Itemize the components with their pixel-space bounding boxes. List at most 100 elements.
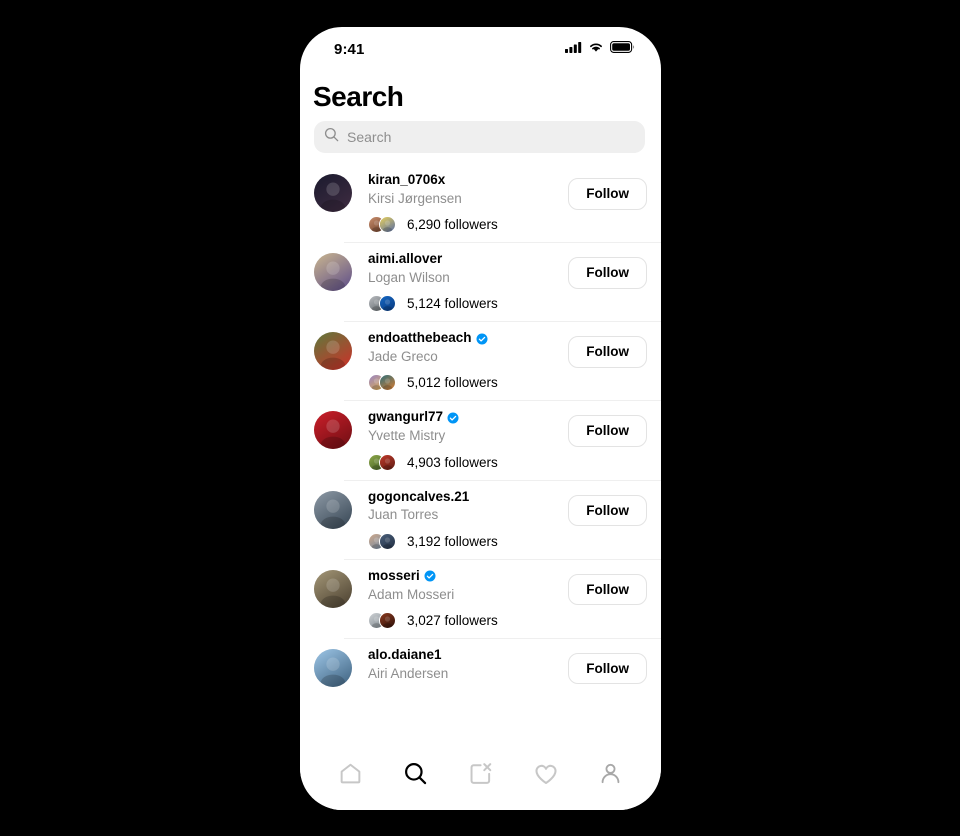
followers-count: 3,027 followers — [407, 612, 498, 628]
followers-line: 3,192 followers — [368, 532, 560, 550]
tab-bar — [300, 748, 661, 810]
verified-badge-icon — [447, 412, 459, 424]
mutual-followers-avatars — [368, 453, 398, 471]
followers-count: 5,012 followers — [407, 375, 498, 391]
search-result-row[interactable]: mosseri Adam Mosseri 3,027 followers Follow — [300, 558, 661, 638]
full-name: Jade Greco — [368, 349, 438, 365]
followers-line: 5,124 followers — [368, 295, 560, 313]
mutual-followers-avatars — [368, 295, 398, 313]
avatar — [379, 374, 396, 392]
followers-line: 3,027 followers — [368, 611, 560, 629]
follow-button[interactable]: Follow — [568, 494, 647, 527]
tab-profile[interactable] — [589, 756, 633, 796]
result-details: endoatthebeach Jade Greco 5,012 followers — [352, 330, 568, 392]
wifi-icon — [588, 40, 604, 58]
full-name: Yvette Mistry — [368, 428, 446, 444]
username[interactable]: gwangurl77 — [368, 409, 443, 426]
username-line: aimi.allover — [368, 251, 560, 268]
followers-count: 3,192 followers — [407, 533, 498, 549]
username-line: endoatthebeach — [368, 330, 560, 347]
avatar — [379, 611, 396, 629]
avatar[interactable] — [314, 174, 352, 213]
result-details: mosseri Adam Mosseri 3,027 followers — [352, 568, 568, 629]
mutual-followers-avatars — [368, 216, 398, 234]
result-details: kiran_0706x Kirsi Jørgensen 6,290 follower… — [352, 172, 568, 234]
result-details: gwangurl77 Yvette Mistry 4,903 followers — [352, 409, 568, 471]
search-icon — [403, 761, 428, 791]
create-icon — [468, 761, 493, 791]
avatar — [379, 453, 396, 471]
tab-search[interactable] — [394, 756, 438, 796]
username[interactable]: aimi.allover — [368, 251, 442, 268]
page-title: Search — [313, 81, 404, 112]
result-details: alo.daiane1 Airi Andersen — [352, 647, 568, 683]
username[interactable]: alo.daiane1 — [368, 647, 442, 664]
avatar — [379, 532, 396, 550]
follow-button[interactable]: Follow — [568, 652, 647, 685]
cellular-signal-icon — [565, 40, 582, 58]
username-line: alo.daiane1 — [368, 647, 560, 664]
followers-line: 4,903 followers — [368, 453, 560, 471]
search-icon — [324, 127, 339, 147]
mutual-followers-avatars — [368, 611, 398, 629]
search-result-row[interactable]: gwangurl77 Yvette Mistry 4,903 followers Fo… — [300, 400, 661, 479]
mutual-followers-avatars — [368, 532, 398, 550]
username[interactable]: endoatthebeach — [368, 330, 472, 347]
username-line: gogoncalves.21 — [368, 489, 560, 506]
username[interactable]: kiran_0706x — [368, 172, 445, 189]
avatar[interactable] — [314, 332, 352, 371]
follow-button[interactable]: Follow — [568, 573, 647, 606]
status-icons — [565, 40, 635, 58]
followers-line: 6,290 followers — [368, 216, 560, 234]
home-icon — [338, 761, 363, 791]
verified-badge-icon — [424, 570, 436, 582]
avatar[interactable] — [314, 490, 352, 529]
full-name: Logan Wilson — [368, 270, 450, 286]
follow-button[interactable]: Follow — [568, 415, 647, 447]
followers-count: 6,290 followers — [407, 217, 498, 233]
result-details: gogoncalves.21 Juan Torres 3,192 followers — [352, 489, 568, 550]
result-details: aimi.allover Logan Wilson 5,124 followers — [352, 251, 568, 313]
followers-count: 5,124 followers — [407, 296, 498, 312]
avatar[interactable] — [314, 569, 352, 608]
tab-create[interactable] — [459, 756, 503, 796]
search-bar-container: Search — [300, 119, 661, 163]
search-result-row[interactable]: alo.daiane1 Airi Andersen Follow — [300, 637, 661, 696]
followers-line: 5,012 followers — [368, 374, 560, 392]
tab-home[interactable] — [329, 756, 373, 796]
username-line: mosseri — [368, 568, 560, 585]
avatar — [379, 295, 396, 313]
status-bar: 9:41 — [300, 27, 661, 71]
profile-icon — [598, 761, 623, 791]
search-result-row[interactable]: gogoncalves.21 Juan Torres 3,192 followers… — [300, 479, 661, 559]
search-result-row[interactable]: kiran_0706x Kirsi Jørgensen 6,290 follower… — [300, 163, 661, 242]
search-placeholder: Search — [347, 129, 392, 146]
username-line: kiran_0706x — [368, 172, 560, 189]
username[interactable]: gogoncalves.21 — [368, 489, 469, 506]
heart-icon — [533, 761, 559, 792]
follow-button[interactable]: Follow — [568, 257, 647, 289]
mutual-followers-avatars — [368, 374, 398, 392]
search-result-row[interactable]: endoatthebeach Jade Greco 5,012 followers F… — [300, 321, 661, 400]
follow-button[interactable]: Follow — [568, 336, 647, 368]
avatar[interactable] — [314, 648, 352, 687]
search-input[interactable]: Search — [314, 121, 645, 154]
full-name: Juan Torres — [368, 507, 439, 523]
phone-frame: 9:41 Search Search kiran_0706x Kirsi Jør… — [300, 27, 661, 810]
avatar — [379, 216, 396, 234]
followers-count: 4,903 followers — [407, 454, 498, 470]
username-line: gwangurl77 — [368, 409, 560, 426]
full-name: Kirsi Jørgensen — [368, 191, 462, 207]
search-results-list[interactable]: kiran_0706x Kirsi Jørgensen 6,290 follower… — [300, 163, 661, 748]
username[interactable]: mosseri — [368, 568, 420, 585]
search-result-row[interactable]: aimi.allover Logan Wilson 5,124 followers F… — [300, 242, 661, 321]
full-name: Airi Andersen — [368, 665, 449, 681]
follow-button[interactable]: Follow — [568, 178, 647, 210]
verified-badge-icon — [476, 333, 488, 345]
full-name: Adam Mosseri — [368, 586, 455, 602]
avatar[interactable] — [314, 253, 352, 292]
tab-activity[interactable] — [524, 756, 568, 796]
avatar[interactable] — [314, 411, 352, 450]
battery-icon — [610, 40, 635, 58]
status-time: 9:41 — [334, 40, 365, 58]
